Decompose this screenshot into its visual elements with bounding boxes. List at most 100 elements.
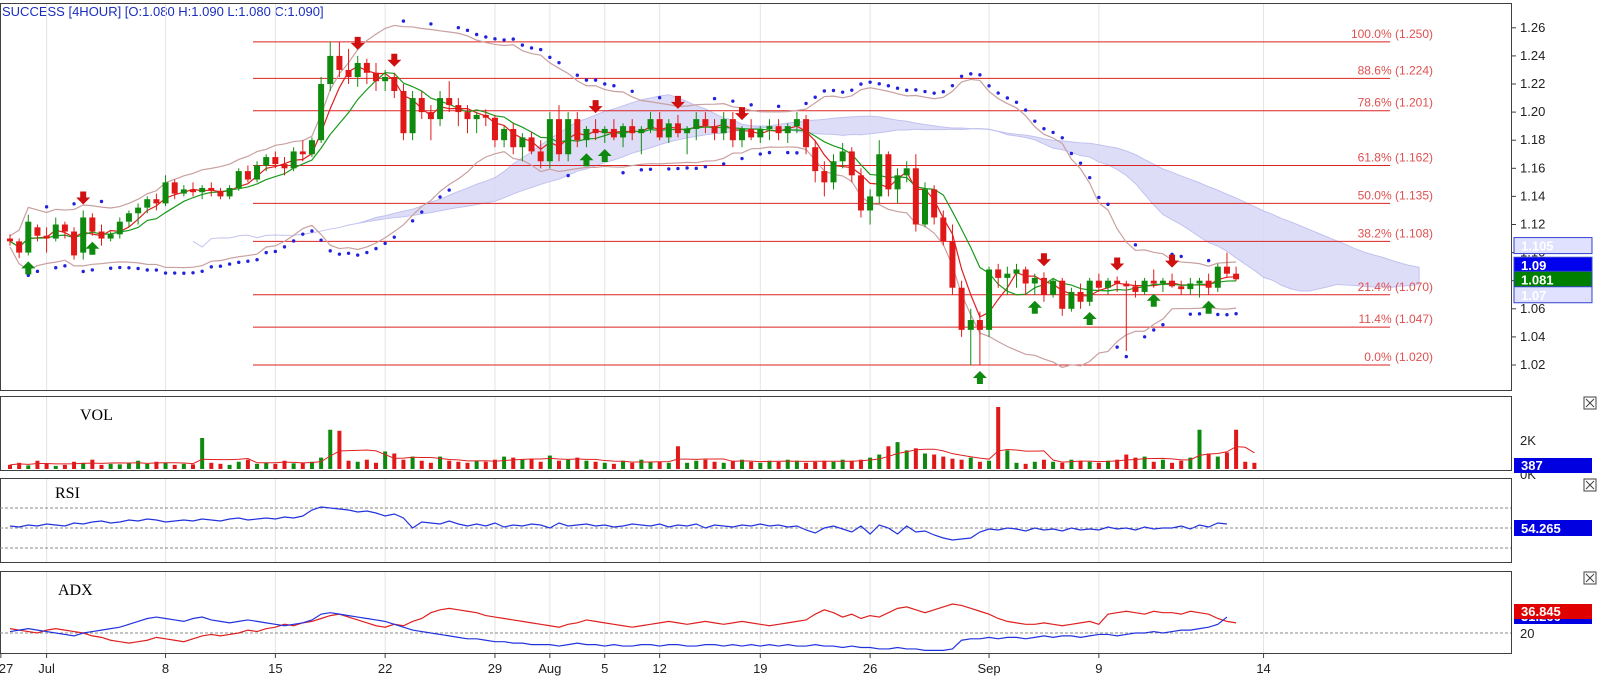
candle-body xyxy=(903,168,910,176)
sar-dot xyxy=(1106,202,1110,207)
sar-dot xyxy=(246,259,250,263)
rsi-panel-frame xyxy=(0,478,1512,563)
sar-dot xyxy=(840,90,845,94)
adx-close-icon[interactable] xyxy=(1583,571,1597,585)
candle-body xyxy=(1223,266,1230,274)
date-label: Jul xyxy=(38,661,55,676)
candle-body xyxy=(308,140,315,155)
candle-body xyxy=(1214,266,1221,288)
price-tick-label: 1.14 xyxy=(1520,188,1545,203)
sar-dot xyxy=(136,266,140,271)
volume-bar xyxy=(923,453,927,469)
candle-body xyxy=(528,137,535,152)
volume-bar xyxy=(227,464,232,469)
volume-bar xyxy=(26,465,31,469)
volume-bar xyxy=(813,461,818,469)
candle-body xyxy=(491,117,498,141)
candle-body xyxy=(793,119,800,127)
sar-dot xyxy=(54,266,58,270)
volume-bar xyxy=(611,463,616,469)
volume-bar xyxy=(1032,461,1037,469)
date-axis: 27 Jul 8 15 22 29 Aug 5 12 19 26 Sep 9 14 xyxy=(0,653,1271,676)
vol-close-icon[interactable] xyxy=(1583,396,1597,410)
volume-bar xyxy=(538,461,543,469)
volume-bar xyxy=(721,462,726,469)
sar-dot xyxy=(502,38,506,42)
sar-dot xyxy=(493,37,497,41)
candle-body xyxy=(135,207,142,214)
sar-dot xyxy=(420,210,424,214)
candle-body xyxy=(519,137,526,148)
candle-body xyxy=(912,168,919,225)
sar-dot xyxy=(163,271,168,275)
candle-body xyxy=(217,190,224,197)
volume-bar xyxy=(163,462,168,469)
volume-bar xyxy=(172,464,177,469)
sar-dot xyxy=(685,166,689,170)
volume-bar xyxy=(767,460,772,469)
candle-body xyxy=(940,217,947,242)
sar-dot xyxy=(758,152,762,156)
sar-dot xyxy=(667,167,671,171)
volume-bar xyxy=(1106,460,1110,469)
adx-panel-frame xyxy=(0,571,1512,654)
volume-bar xyxy=(630,462,635,469)
volume-bar xyxy=(136,460,141,469)
candle-body xyxy=(1031,277,1038,284)
candle-body xyxy=(967,320,974,330)
volume-bar xyxy=(1023,463,1028,469)
volume-bar xyxy=(1005,450,1010,469)
price-tick-label: 1.16 xyxy=(1520,160,1545,175)
sar-dot xyxy=(996,91,1000,95)
rsi-close-icon[interactable] xyxy=(1583,478,1597,492)
volume-bar xyxy=(99,464,104,469)
volume-bar xyxy=(602,462,607,469)
sar-dot xyxy=(319,238,323,242)
volume-bar xyxy=(328,429,333,469)
sar-dot xyxy=(1023,108,1028,112)
volume-bar xyxy=(584,460,589,469)
volume-bar xyxy=(886,446,891,469)
sar-dot xyxy=(484,35,488,39)
sar-dot xyxy=(1014,100,1019,104)
sar-dot xyxy=(182,271,186,275)
volume-bar xyxy=(1179,460,1184,469)
candle-body xyxy=(473,114,480,120)
sar-dot xyxy=(850,88,854,92)
candle-body xyxy=(1022,269,1029,284)
sar-dot xyxy=(1033,119,1037,123)
candle-body xyxy=(455,105,462,113)
sar-dot xyxy=(447,188,451,192)
volume-bar xyxy=(932,454,937,469)
date-label: 15 xyxy=(268,661,282,676)
candle-body xyxy=(16,241,23,253)
sar-dot xyxy=(1206,258,1211,263)
sar-dot xyxy=(740,156,744,161)
volume-bar xyxy=(1170,462,1175,469)
candle-body xyxy=(427,112,434,120)
vol-title: VOL xyxy=(80,407,113,424)
sar-dot xyxy=(328,249,332,253)
volume-bar xyxy=(428,462,433,469)
sar-dot xyxy=(603,82,607,86)
candle-body xyxy=(254,165,261,180)
date-label: 27 xyxy=(0,661,13,676)
sar-dot xyxy=(154,268,159,272)
sar-dot xyxy=(1161,323,1165,327)
candle-body xyxy=(775,126,782,134)
candle-body xyxy=(464,112,471,120)
sar-dot xyxy=(356,253,360,257)
volume-bar xyxy=(1206,453,1211,469)
sar-dot xyxy=(1078,161,1083,165)
candle-body xyxy=(894,175,901,190)
volume-bar xyxy=(1252,462,1257,469)
volume-bar xyxy=(794,460,799,469)
volume-bar xyxy=(749,461,754,469)
candle-body xyxy=(601,128,608,134)
candle-body xyxy=(43,235,50,239)
sar-dot xyxy=(703,165,708,169)
adx-tick-label: 20 xyxy=(1520,626,1534,641)
volume-bar xyxy=(694,460,699,469)
volume-bar xyxy=(1215,456,1220,469)
volume-bar xyxy=(868,457,873,469)
